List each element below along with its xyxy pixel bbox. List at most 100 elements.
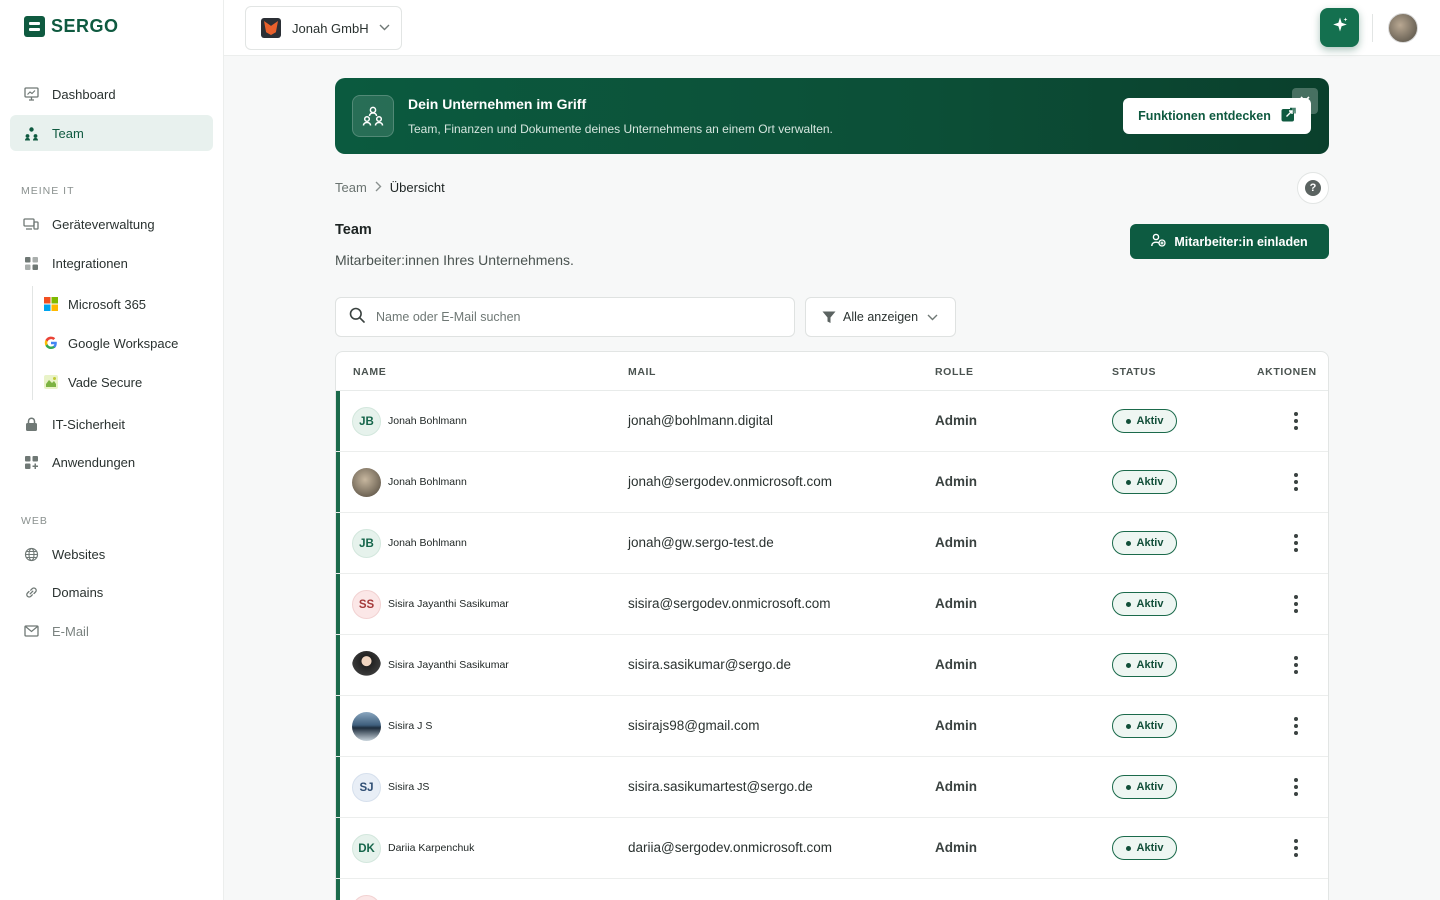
sidebar-item-email[interactable]: E-Mail — [10, 613, 213, 649]
sidebar-item-it-security[interactable]: IT-Sicherheit — [10, 406, 213, 442]
row-accent — [336, 879, 340, 900]
filter-dropdown[interactable]: Alle anzeigen — [805, 297, 956, 337]
avatar: JB — [352, 407, 381, 436]
row-actions-button[interactable] — [1286, 530, 1306, 556]
avatar: SS — [352, 590, 381, 619]
status-label: Aktiv — [1136, 720, 1164, 732]
sidebar-item-label: Microsoft 365 — [68, 296, 147, 312]
button-label: Mitarbeiter:in einladen — [1174, 234, 1308, 249]
row-accent — [336, 391, 340, 451]
status-badge: Aktiv — [1112, 836, 1177, 860]
sidebar-item-vade-secure[interactable]: Vade Secure — [34, 365, 213, 399]
row-actions-button[interactable] — [1286, 652, 1306, 678]
status-badge: Aktiv — [1112, 409, 1177, 433]
banner-subtitle: Team, Finanzen und Dokumente deines Unte… — [408, 122, 833, 136]
status-badge: Aktiv — [1112, 714, 1177, 738]
status-label: Aktiv — [1136, 415, 1164, 427]
breadcrumb-current: Übersicht — [389, 180, 445, 195]
promo-banner: Dein Unternehmen im Griff Team, Finanzen… — [335, 78, 1329, 154]
row-actions-button[interactable] — [1286, 591, 1306, 617]
table-row[interactable]: SS Sisira Jayanthi Sasikumar sisira@serg… — [336, 574, 1328, 635]
column-name[interactable]: NAME — [353, 366, 386, 378]
breadcrumb-team[interactable]: Team — [335, 180, 367, 195]
company-switcher[interactable]: Jonah GmbH — [245, 6, 402, 50]
avatar: DK — [352, 834, 381, 863]
status-label: Aktiv — [1136, 659, 1164, 671]
member-name: Jonah Bohlmann — [388, 537, 467, 549]
row-actions-button[interactable] — [1286, 713, 1306, 739]
sidebar-item-label: Team — [52, 125, 84, 141]
devices-icon — [23, 216, 39, 232]
status-label: Aktiv — [1136, 842, 1164, 854]
sidebar-item-label: Google Workspace — [68, 335, 179, 351]
sidebar-item-microsoft-365[interactable]: Microsoft 365 — [34, 287, 213, 321]
table-row[interactable]: JB Jonah Bohlmann jonah@bohlmann.digital… — [336, 391, 1328, 452]
member-role: Admin — [935, 657, 977, 672]
vade-icon — [44, 375, 58, 389]
member-mail: jonah@sergodev.onmicrosoft.com — [628, 474, 833, 489]
row-accent — [336, 513, 340, 573]
row-actions-button[interactable] — [1286, 469, 1306, 495]
status-dot — [1125, 784, 1131, 790]
table-row[interactable]: Jonah Bohlmann jonah@sergodev.onmicrosof… — [336, 452, 1328, 513]
member-mail: sisira.sasikumar@sergo.de — [628, 657, 792, 672]
logo[interactable]: SERGO — [24, 16, 119, 37]
table-row[interactable]: JB Jonah Bohlmann jonah@gw.sergo-test.de… — [336, 513, 1328, 574]
sidebar-item-label: Vade Secure — [68, 374, 143, 390]
monitor-icon — [23, 86, 39, 102]
user-avatar[interactable] — [1388, 13, 1418, 43]
sidebar-item-label: Geräteverwaltung — [52, 216, 155, 232]
sidebar-item-team[interactable]: Team — [10, 115, 213, 151]
row-actions-button[interactable] — [1286, 835, 1306, 861]
question-icon: ? — [1305, 180, 1321, 196]
row-actions-button[interactable] — [1286, 774, 1306, 800]
column-status[interactable]: STATUS — [1112, 366, 1156, 378]
table-header: NAME MAIL ROLLE STATUS AKTIONEN — [336, 352, 1328, 391]
ai-assistant-button[interactable] — [1320, 8, 1359, 47]
status-label: Aktiv — [1136, 476, 1164, 488]
sidebar-item-websites[interactable]: Websites — [10, 536, 213, 572]
search-input[interactable] — [376, 310, 776, 324]
close-banner-button[interactable] — [1292, 88, 1318, 114]
table-row[interactable] — [336, 879, 1328, 900]
sidebar-item-devices[interactable]: Geräteverwaltung — [10, 206, 213, 242]
status-dot — [1125, 723, 1131, 729]
status-badge: Aktiv — [1112, 775, 1177, 799]
search-box — [335, 297, 795, 337]
topbar-divider — [1372, 14, 1373, 42]
status-label: Aktiv — [1136, 598, 1164, 610]
team-table: NAME MAIL ROLLE STATUS AKTIONEN JB Jonah… — [335, 351, 1329, 900]
table-row[interactable]: Sisira J S sisirajs98@gmail.com Admin Ak… — [336, 696, 1328, 757]
sidebar-item-google-workspace[interactable]: Google Workspace — [34, 326, 213, 360]
sidebar-item-label: Domains — [52, 584, 104, 600]
help-button[interactable]: ? — [1297, 172, 1329, 204]
table-row[interactable]: SJ Sisira JS sisira.sasikumartest@sergo.… — [336, 757, 1328, 818]
sidebar-item-domains[interactable]: Domains — [10, 574, 213, 610]
table-row[interactable]: DK Dariia Karpenchuk dariia@sergodev.onm… — [336, 818, 1328, 879]
sidebar-item-dashboard[interactable]: Dashboard — [10, 76, 213, 112]
member-mail: sisira.sasikumartest@sergo.de — [628, 779, 813, 794]
sidebar-item-label: Dashboard — [52, 86, 116, 102]
member-mail: sisirajs98@gmail.com — [628, 718, 760, 733]
row-actions-button[interactable] — [1286, 408, 1306, 434]
sidebar-item-integrations[interactable]: Integrationen — [10, 245, 213, 281]
avatar — [352, 712, 381, 741]
table-row[interactable]: Sisira Jayanthi Sasikumar sisira.sasikum… — [336, 635, 1328, 696]
filter-icon — [822, 311, 836, 324]
chevron-down-icon — [379, 22, 390, 34]
column-role[interactable]: ROLLE — [935, 366, 974, 378]
discover-features-button[interactable]: Funktionen entdecken — [1123, 98, 1311, 134]
column-mail[interactable]: MAIL — [628, 366, 656, 378]
company-logo — [261, 18, 281, 38]
row-accent — [336, 757, 340, 817]
avatar — [352, 651, 381, 680]
chevron-down-icon — [927, 314, 938, 321]
status-dot — [1125, 418, 1131, 424]
filter-label: Alle anzeigen — [843, 310, 919, 324]
invite-employee-button[interactable]: Mitarbeiter:in einladen — [1130, 224, 1329, 259]
close-icon — [1300, 93, 1310, 109]
sidebar-item-label: Integrationen — [52, 255, 128, 271]
sidebar-item-applications[interactable]: Anwendungen — [10, 444, 213, 480]
row-accent — [336, 818, 340, 878]
member-role: Admin — [935, 596, 977, 611]
